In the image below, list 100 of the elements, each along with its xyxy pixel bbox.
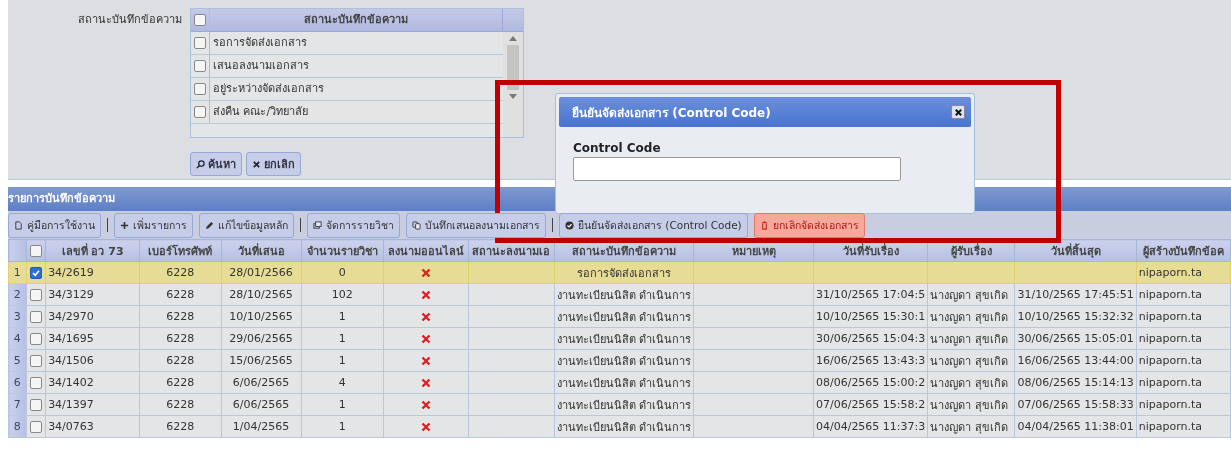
table-cell: nipaporn.ta [1138, 288, 1203, 301]
table-cell: นางญดา สุขเกิด [930, 332, 1008, 346]
toolbar-button[interactable]: ยกเลิกจัดส่งเอกสาร [753, 212, 865, 238]
row-number: 8 [8, 415, 27, 438]
option-checkbox[interactable] [194, 60, 206, 72]
table-cell: 6228 [166, 310, 195, 323]
table-cell: nipaporn.ta [1138, 354, 1203, 367]
status-option[interactable]: อยู่ระหว่างจัดส่งเอกสาร [210, 78, 324, 100]
check-circle-icon [565, 220, 574, 230]
option-checkbox[interactable] [194, 37, 206, 49]
row-number: 4 [8, 327, 27, 350]
pencil-icon [205, 220, 214, 230]
table-cell: 10/10/2565 15:30:1 [815, 310, 926, 323]
row-checkbox[interactable] [29, 267, 42, 279]
option-checkbox[interactable] [194, 83, 206, 95]
status-option[interactable]: เสนอลงนามเอกสาร [210, 55, 309, 77]
table-cell: 28/01/2566 [229, 266, 293, 279]
row-number: 2 [8, 283, 27, 306]
select-all-checkbox[interactable] [194, 14, 206, 26]
table-cell: nipaporn.ta [1138, 310, 1203, 323]
table-cell: 1/04/2565 [232, 420, 290, 433]
row-checkbox[interactable] [29, 333, 42, 345]
table-cell: 6228 [166, 288, 195, 301]
row-number: 7 [8, 393, 27, 416]
table-cell: 04/04/2565 11:38:01 [1017, 420, 1134, 433]
toolbar-button[interactable]: ยืนยันจัดส่งเอกสาร (Control Code) [559, 212, 748, 238]
search-icon [196, 159, 205, 169]
column-header[interactable]: ผู้สร้างบันทึกข้อค [1136, 239, 1231, 262]
table-cell: 08/06/2565 15:00:2 [815, 376, 926, 389]
table-cell: 10/10/2565 [229, 310, 293, 323]
table-cell: 6228 [166, 354, 195, 367]
document-icon [14, 220, 23, 230]
column-header: สถานะบันทึกข้อความ [303, 12, 409, 28]
row-checkbox[interactable] [29, 355, 42, 367]
table-cell: นางญดา สุขเกิด [930, 288, 1008, 302]
column-header[interactable]: ลงนามออนไลน์ [383, 239, 469, 262]
table-cell: งานทะเบียนนิสิต ดำเนินการ [556, 420, 692, 434]
table-cell: 0 [338, 266, 346, 279]
toolbar-button[interactable]: แก้ไขข้อมูลหลัก [199, 212, 294, 238]
row-checkbox[interactable] [29, 311, 42, 323]
table-cell: 34/2619 [48, 266, 94, 279]
toolbar-button[interactable]: เพิ่มรายการ [114, 212, 193, 238]
table-cell: งานทะเบียนนิสิต ดำเนินการ [556, 398, 692, 412]
column-header[interactable]: จำนวนรายวิชา [301, 239, 384, 262]
cancel-button[interactable]: ยกเลิก [246, 152, 301, 176]
table-cell: 6228 [166, 332, 195, 345]
status-option[interactable]: รอการจัดส่งเอกสาร [210, 32, 307, 54]
table-cell: 6228 [166, 266, 195, 279]
scroll-thumb[interactable] [507, 45, 519, 90]
table-cell: รอการจัดส่งเอกสาร [576, 266, 671, 280]
close-button[interactable] [951, 105, 965, 119]
table-cell: นางญดา สุขเกิด [930, 310, 1008, 324]
table-cell: งานทะเบียนนิสิต ดำเนินการ [556, 332, 692, 346]
select-all-checkbox[interactable] [29, 245, 42, 257]
option-checkbox[interactable] [194, 106, 206, 118]
row-checkbox[interactable] [29, 399, 42, 411]
column-header[interactable]: เบอร์โทรศัพท์ [139, 239, 222, 262]
scroll-up-icon[interactable] [509, 36, 517, 41]
row-checkbox[interactable] [29, 421, 42, 433]
row-number: 6 [8, 371, 27, 394]
table-cell: 31/10/2565 17:04:5 [815, 288, 926, 301]
table-cell: นางญดา สุขเกิด [930, 354, 1008, 368]
table-cell: 10/10/2565 15:32:32 [1017, 310, 1134, 323]
column-header[interactable]: เลขที่ อว 73 [45, 239, 140, 262]
input-field[interactable] [573, 157, 901, 181]
close-icon [252, 159, 261, 169]
table-cell: 04/04/2565 11:37:3 [815, 420, 926, 433]
toolbar-button[interactable]: คู่มือการใช้งาน [8, 212, 101, 238]
table-cell: 07/06/2565 15:58:2 [815, 398, 926, 411]
column-header[interactable]: วันที่เสนอ [221, 239, 302, 262]
row-checkbox[interactable] [29, 377, 42, 389]
status-option[interactable]: ส่งคืน คณะ/วิทยาลัย [210, 101, 309, 123]
table-cell: 1 [338, 398, 346, 411]
table-cell: 34/1506 [48, 354, 94, 367]
table-cell: 08/06/2565 15:14:13 [1017, 376, 1134, 389]
table-cell: นางญดา สุขเกิด [930, 420, 1008, 434]
table-cell: 1 [338, 310, 346, 323]
table-cell: 4 [338, 376, 346, 389]
toolbar-button[interactable]: จัดการรายวิชา [307, 212, 400, 238]
column-header[interactable]: วันที่สิ้นสุด [1014, 239, 1137, 262]
table-cell: nipaporn.ta [1138, 398, 1203, 411]
table-cell: 07/06/2565 15:58:33 [1017, 398, 1134, 411]
table-cell: nipaporn.ta [1138, 266, 1203, 279]
scroll-down-icon[interactable] [509, 94, 517, 99]
table-cell: 102 [331, 288, 353, 301]
table-cell: นางญดา สุขเกิด [930, 398, 1008, 412]
row-checkbox[interactable] [29, 289, 42, 301]
field-label: Control Code [573, 141, 662, 155]
table-cell: งานทะเบียนนิสิต ดำเนินการ [556, 310, 692, 324]
toolbar-button[interactable]: บันทึกเสนอลงนามเอกสาร [406, 212, 546, 238]
table-cell: 29/06/2565 [229, 332, 293, 345]
table-cell: 1 [338, 420, 346, 433]
table-cell: 16/06/2565 13:43:3 [815, 354, 926, 367]
search-button[interactable]: ค้นหา [190, 152, 242, 176]
table-cell: งานทะเบียนนิสิต ดำเนินการ [556, 376, 692, 390]
table-cell: nipaporn.ta [1138, 420, 1203, 433]
table-cell: 28/10/2565 [229, 288, 293, 301]
trash-icon [759, 220, 769, 230]
scrollbar[interactable] [503, 32, 523, 137]
table-cell: 34/2970 [48, 310, 94, 323]
